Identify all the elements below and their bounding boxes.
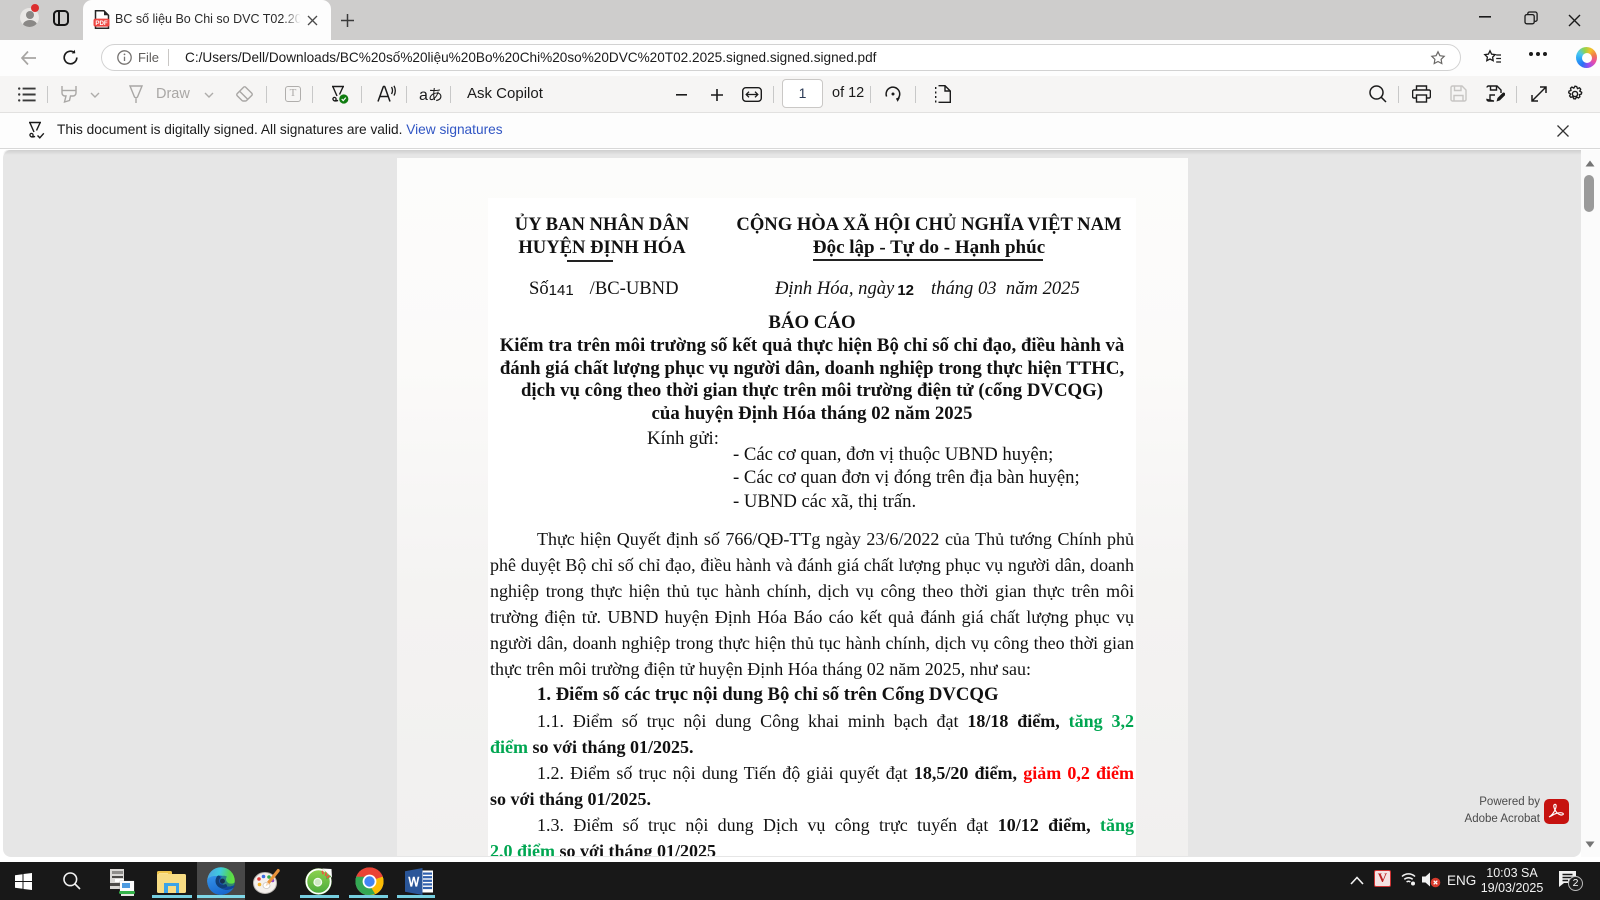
svg-text:PDF: PDF bbox=[95, 20, 108, 27]
